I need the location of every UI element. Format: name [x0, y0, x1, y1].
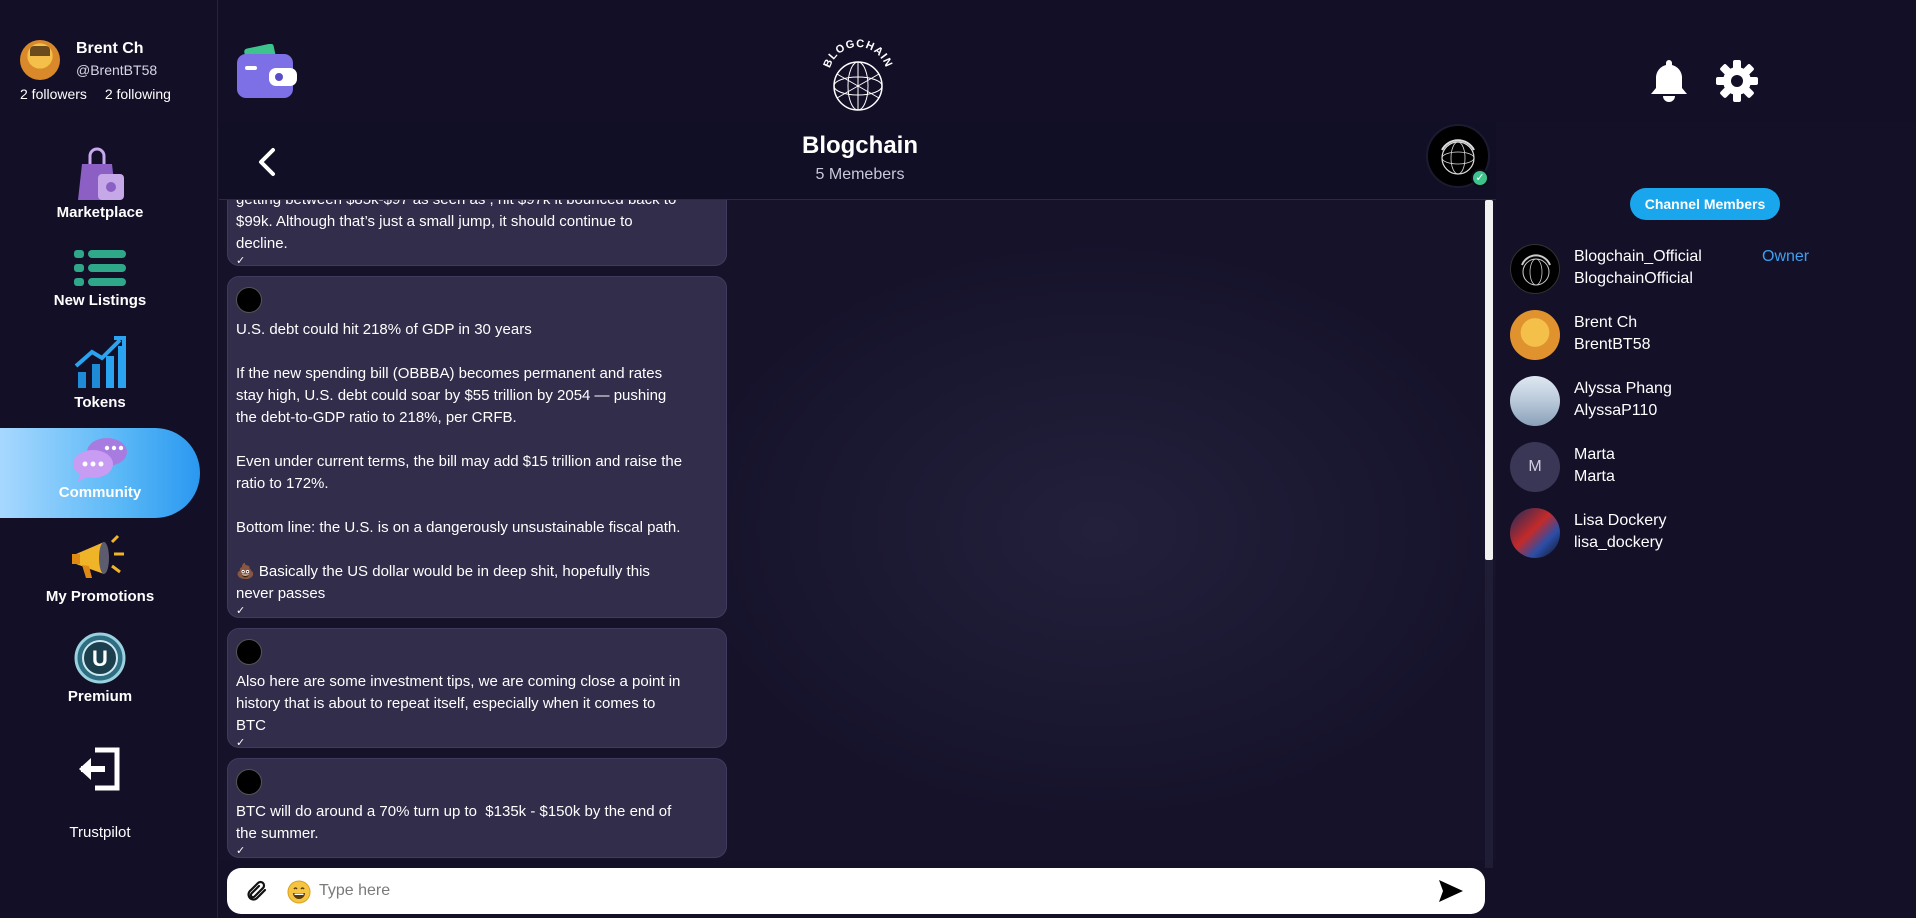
- channel-title: Blogchain: [801, 132, 918, 159]
- message-text: BTC will do around a 70% turn up to $135…: [236, 803, 672, 842]
- follow-stats: 2 followers 2 following: [20, 86, 171, 102]
- bell-icon[interactable]: [1649, 58, 1689, 102]
- paperclip-icon[interactable]: [245, 879, 269, 903]
- profile-handle: @BrentBT58: [76, 62, 158, 78]
- member-row[interactable]: Alyssa Phang AlyssaP110: [1510, 376, 1910, 428]
- sender-avatar[interactable]: [236, 639, 262, 665]
- avatar[interactable]: [20, 40, 60, 80]
- following-count[interactable]: 2 following: [105, 86, 171, 102]
- listings-icon: [74, 250, 126, 286]
- avatar[interactable]: [1510, 244, 1560, 294]
- profile-name: Brent Ch: [76, 40, 144, 57]
- member-name: Brent Ch: [1574, 314, 1638, 331]
- wallet-icon[interactable]: [235, 44, 297, 100]
- marketplace-icon: [78, 147, 124, 200]
- followers-count[interactable]: 2 followers: [20, 86, 87, 102]
- tokens-icon: [74, 336, 126, 388]
- message-bubble[interactable]: BTC will do around a 70% turn up to $135…: [227, 758, 727, 858]
- nav-community[interactable]: Community: [0, 428, 200, 518]
- top-header: BLOGCHAIN: [219, 0, 1916, 122]
- sender-avatar[interactable]: [236, 769, 262, 795]
- read-check-icon: ✓: [236, 845, 246, 857]
- nav-marketplace[interactable]: Marketplace: [0, 144, 200, 221]
- member-role-badge: Owner: [1762, 248, 1810, 265]
- channel-members-count[interactable]: 5 Memebers: [219, 166, 1501, 184]
- member-row[interactable]: Lisa Dockery lisa_dockery: [1510, 508, 1910, 560]
- nav-label-community: Community: [58, 484, 142, 501]
- channel-header: Blogchain 5 Memebers ✓: [219, 122, 1498, 200]
- nav-label-premium: Premium: [67, 688, 133, 705]
- avatar[interactable]: [1510, 310, 1560, 360]
- read-check-icon: ✓: [236, 605, 246, 617]
- member-handle: Marta: [1574, 468, 1615, 485]
- member-handle: BrentBT58: [1574, 336, 1651, 353]
- member-row[interactable]: M Marta Marta: [1510, 442, 1910, 494]
- nav-label-tokens: Tokens: [74, 394, 126, 411]
- nav-logout[interactable]: [0, 746, 200, 792]
- message-text: Also here are some investment tips, we a…: [236, 673, 681, 734]
- nav-new-listings[interactable]: New Listings: [0, 248, 200, 309]
- avatar[interactable]: [1510, 376, 1560, 426]
- chat-scrollbar-thumb[interactable]: [1485, 200, 1493, 560]
- nav-trustpilot[interactable]: Trustpilot: [0, 824, 200, 841]
- message-text: getting between $85k-$97 as seen as , hi…: [236, 200, 676, 252]
- message-composer: [227, 868, 1485, 914]
- nav-label-new-listings: New Listings: [53, 292, 147, 309]
- blogchain-logo: [1521, 254, 1551, 286]
- nav-label-my-promotions: My Promotions: [45, 588, 155, 605]
- member-row[interactable]: Brent Ch BrentBT58: [1510, 310, 1910, 362]
- verified-badge-icon: ✓: [1471, 169, 1489, 187]
- blogchain-logo[interactable]: BLOGCHAIN: [817, 36, 899, 118]
- message-bubble[interactable]: getting between $85k-$97 as seen as , hi…: [227, 200, 727, 267]
- sender-avatar[interactable]: [236, 287, 262, 313]
- svg-text:U: U: [92, 646, 108, 671]
- member-handle: lisa_dockery: [1574, 534, 1663, 551]
- premium-icon: U: [74, 632, 126, 684]
- avatar[interactable]: [1510, 508, 1560, 558]
- member-name: Alyssa Phang: [1574, 380, 1672, 397]
- logout-icon: [79, 747, 120, 791]
- message-bubble[interactable]: U.S. debt could hit 218% of GDP in 30 ye…: [227, 276, 727, 618]
- member-name: Lisa Dockery: [1574, 512, 1667, 529]
- message-input[interactable]: [319, 876, 1419, 906]
- channel-members-panel: Channel Members Blogchain_Official Blogc…: [1496, 122, 1916, 918]
- megaphone-icon: [72, 534, 124, 578]
- gear-icon[interactable]: [1716, 60, 1758, 102]
- member-handle: BlogchainOfficial: [1574, 270, 1693, 287]
- read-check-icon: ✓: [236, 737, 246, 749]
- nav-tokens[interactable]: Tokens: [0, 334, 200, 411]
- member-name: Marta: [1574, 446, 1615, 463]
- nav-label-trustpilot: Trustpilot: [69, 824, 131, 841]
- chat-messages[interactable]: getting between $85k-$97 as seen as , hi…: [219, 200, 1496, 860]
- message-text: U.S. debt could hit 218% of GDP in 30 ye…: [236, 321, 683, 602]
- nav-premium[interactable]: U Premium: [0, 632, 200, 705]
- community-icon: [73, 438, 127, 482]
- member-row[interactable]: Blogchain_Official BlogchainOfficial Own…: [1510, 244, 1910, 296]
- read-check-icon: ✓: [236, 255, 246, 267]
- channel-members-button[interactable]: Channel Members: [1630, 188, 1780, 220]
- member-name: Blogchain_Official: [1574, 248, 1702, 265]
- send-icon[interactable]: [1437, 878, 1465, 904]
- avatar[interactable]: M: [1510, 442, 1560, 492]
- emoji-icon[interactable]: [287, 880, 311, 904]
- member-handle: AlyssaP110: [1574, 402, 1658, 419]
- message-bubble[interactable]: Also here are some investment tips, we a…: [227, 628, 727, 749]
- nav-label-marketplace: Marketplace: [56, 204, 144, 221]
- nav-my-promotions[interactable]: My Promotions: [0, 532, 200, 605]
- left-sidebar: Brent Ch @BrentBT58 2 followers 2 follow…: [0, 0, 218, 918]
